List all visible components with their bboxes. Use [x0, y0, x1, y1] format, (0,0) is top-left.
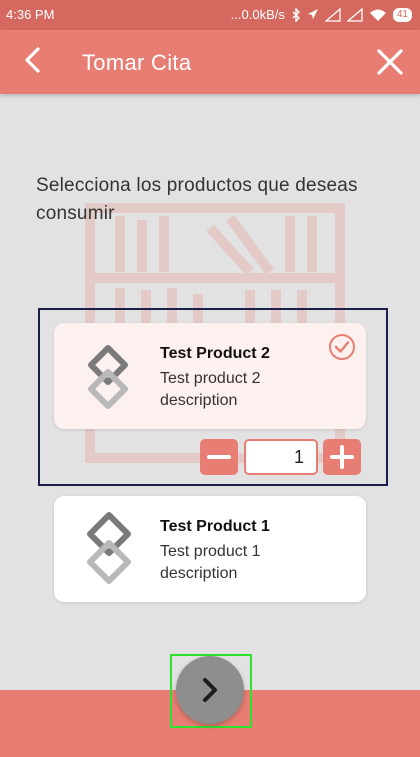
product-description: Test product 2 description	[160, 370, 261, 409]
network-speed: ...0.0kB/s	[230, 7, 285, 22]
quantity-increment-button[interactable]	[323, 439, 361, 475]
chain-link-icon	[87, 512, 131, 584]
next-button[interactable]	[176, 656, 244, 724]
chevron-right-icon	[203, 678, 217, 702]
prompt-text: Selecciona los productos que deseas cons…	[36, 175, 358, 224]
chevron-left-icon[interactable]	[16, 42, 52, 78]
status-right: ...0.0kB/s 41	[231, 7, 412, 22]
page-title: Tomar Cita	[82, 50, 192, 75]
product-description: Test product 1 description	[160, 543, 261, 582]
location-icon	[307, 8, 318, 19]
bluetooth-icon	[292, 7, 300, 22]
chain-link-icon	[88, 345, 128, 409]
plus-icon	[330, 445, 354, 469]
battery-indicator: 41	[392, 7, 412, 22]
check-circle-icon[interactable]	[328, 333, 356, 361]
status-bar: 4:36 PM ...0.0kB/s 41	[0, 0, 420, 30]
close-icon[interactable]	[370, 42, 410, 82]
signal-icon	[324, 7, 341, 22]
status-icons	[291, 7, 387, 22]
quantity-decrement-button[interactable]	[200, 439, 238, 475]
product-card-test-product-1[interactable]: Test Product 1 Test product 1 descriptio…	[54, 496, 366, 602]
product-card-test-product-2[interactable]: Test Product 2 Test product 2 descriptio…	[54, 323, 366, 429]
status-time: 4:36 PM	[6, 7, 55, 22]
product-name: Test Product 1	[160, 518, 270, 535]
product-name: Test Product 2	[160, 345, 270, 362]
minus-icon	[207, 455, 231, 459]
app-bar: Tomar Cita	[0, 30, 420, 94]
wifi-icon	[369, 9, 386, 21]
quantity-input[interactable]	[244, 439, 318, 475]
signal-icon-2	[346, 7, 363, 22]
